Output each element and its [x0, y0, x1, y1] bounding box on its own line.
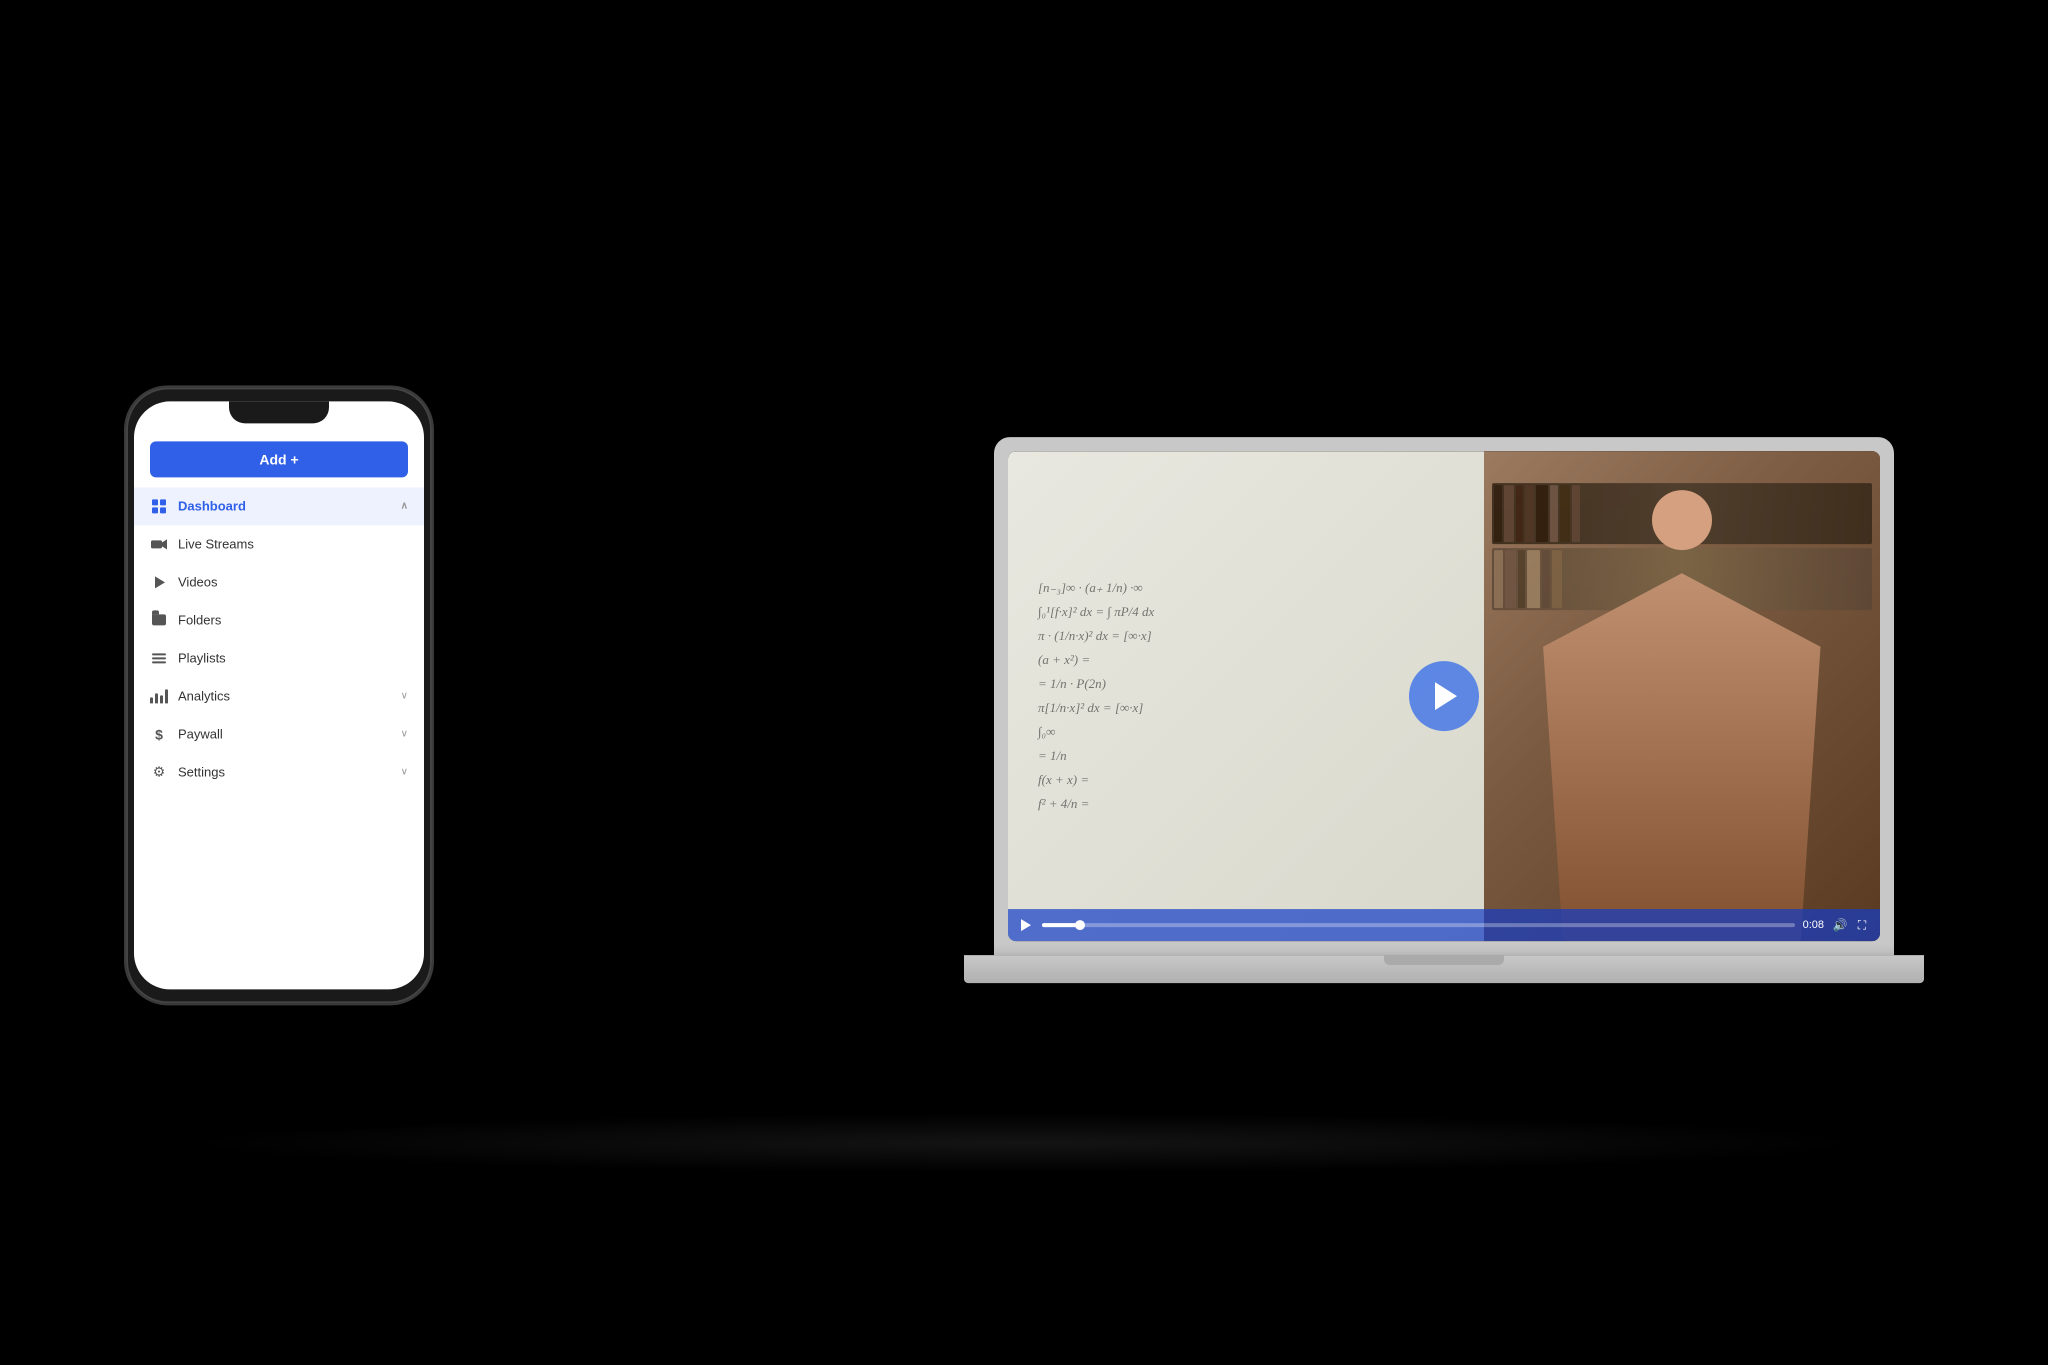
nav-list: Dashboard ∧ Live Streams [134, 487, 424, 989]
math-line-6: π[1/n·x]² dx = [∞·x] [1038, 700, 1454, 716]
sidebar-item-live-streams[interactable]: Live Streams [134, 525, 424, 563]
sidebar-item-label: Paywall [178, 726, 401, 741]
dollar-icon: $ [150, 725, 168, 743]
math-line-9: f(x + x) = [1038, 772, 1454, 788]
teacher-area [1484, 451, 1880, 942]
sidebar-item-folders[interactable]: Folders [134, 601, 424, 639]
camera-icon [150, 535, 168, 553]
chevron-up-icon: ∧ [401, 500, 408, 511]
chart-icon [150, 687, 168, 705]
add-button[interactable]: Add + [150, 441, 408, 477]
volume-icon[interactable]: 🔊 [1832, 917, 1848, 933]
math-line-7: ∫₀∞ [1038, 724, 1454, 740]
play-triangle-icon [1435, 682, 1457, 710]
video-controls: 0:08 🔊 ⛶ [1008, 909, 1880, 941]
progress-thumb [1075, 920, 1085, 930]
sidebar-item-dashboard[interactable]: Dashboard ∧ [134, 487, 424, 525]
control-icons: 🔊 ⛶ [1832, 917, 1870, 933]
play-icon [150, 573, 168, 591]
sidebar-item-paywall[interactable]: $ Paywall ∨ [134, 715, 424, 753]
sidebar-item-label: Folders [178, 612, 408, 627]
math-line-5: = 1/n · P(2n) [1038, 676, 1454, 692]
control-play-icon [1021, 919, 1031, 931]
grid-icon [150, 497, 168, 515]
sidebar-item-label: Live Streams [178, 536, 408, 551]
chevron-down-icon: ∨ [401, 766, 408, 777]
video-player: [n₋₃]∞ · (a₊ 1/n) ·∞ ∫₀¹[f·x]² dx = ∫ πP… [1008, 451, 1880, 942]
math-line-8: = 1/n [1038, 748, 1454, 764]
progress-bar[interactable] [1042, 923, 1795, 927]
phone-notch [229, 401, 329, 423]
sidebar-item-label: Videos [178, 574, 408, 589]
sidebar-item-playlists[interactable]: Playlists [134, 639, 424, 677]
sidebar-item-videos[interactable]: Videos [134, 563, 424, 601]
math-line-2: ∫₀¹[f·x]² dx = ∫ πP/4 dx [1038, 604, 1454, 620]
sidebar-item-label: Playlists [178, 650, 408, 665]
list-icon [150, 649, 168, 667]
fullscreen-icon[interactable]: ⛶ [1854, 917, 1870, 933]
sidebar-item-label: Analytics [178, 688, 401, 703]
chevron-down-icon: ∨ [401, 728, 408, 739]
phone-content: Add + Dashboard ∧ [134, 401, 424, 989]
laptop-lid: [n₋₃]∞ · (a₊ 1/n) ·∞ ∫₀¹[f·x]² dx = ∫ πP… [994, 437, 1894, 956]
control-play-button[interactable] [1018, 917, 1034, 933]
phone-screen: Add + Dashboard ∧ [134, 401, 424, 989]
gear-icon: ⚙ [150, 763, 168, 781]
laptop-body: [n₋₃]∞ · (a₊ 1/n) ·∞ ∫₀¹[f·x]² dx = ∫ πP… [994, 437, 1924, 984]
math-line-3: π · (1/n·x)² dx = [∞·x] [1038, 628, 1454, 644]
video-time: 0:08 [1803, 919, 1824, 931]
math-line-10: f² + 4/n = [1038, 796, 1454, 812]
laptop-hinge [1384, 955, 1504, 965]
laptop-base [964, 955, 1924, 983]
scene: Add + Dashboard ∧ [124, 133, 1924, 1233]
chevron-down-icon: ∨ [401, 690, 408, 701]
sidebar-item-label: Settings [178, 764, 401, 779]
sidebar-item-label: Dashboard [178, 498, 401, 513]
phone-body: Add + Dashboard ∧ [124, 385, 434, 1005]
math-line-4: (a + x²) = [1038, 652, 1454, 668]
laptop-screen-bezel: [n₋₃]∞ · (a₊ 1/n) ·∞ ∫₀¹[f·x]² dx = ∫ πP… [1008, 451, 1880, 942]
phone-mockup: Add + Dashboard ∧ [124, 385, 434, 1005]
play-button[interactable] [1409, 661, 1479, 731]
sidebar-item-analytics[interactable]: Analytics ∨ [134, 677, 424, 715]
folder-icon [150, 611, 168, 629]
sidebar-item-settings[interactable]: ⚙ Settings ∨ [134, 753, 424, 791]
laptop-mockup: [n₋₃]∞ · (a₊ 1/n) ·∞ ∫₀¹[f·x]² dx = ∫ πP… [994, 437, 1924, 984]
math-line-1: [n₋₃]∞ · (a₊ 1/n) ·∞ [1038, 580, 1454, 596]
